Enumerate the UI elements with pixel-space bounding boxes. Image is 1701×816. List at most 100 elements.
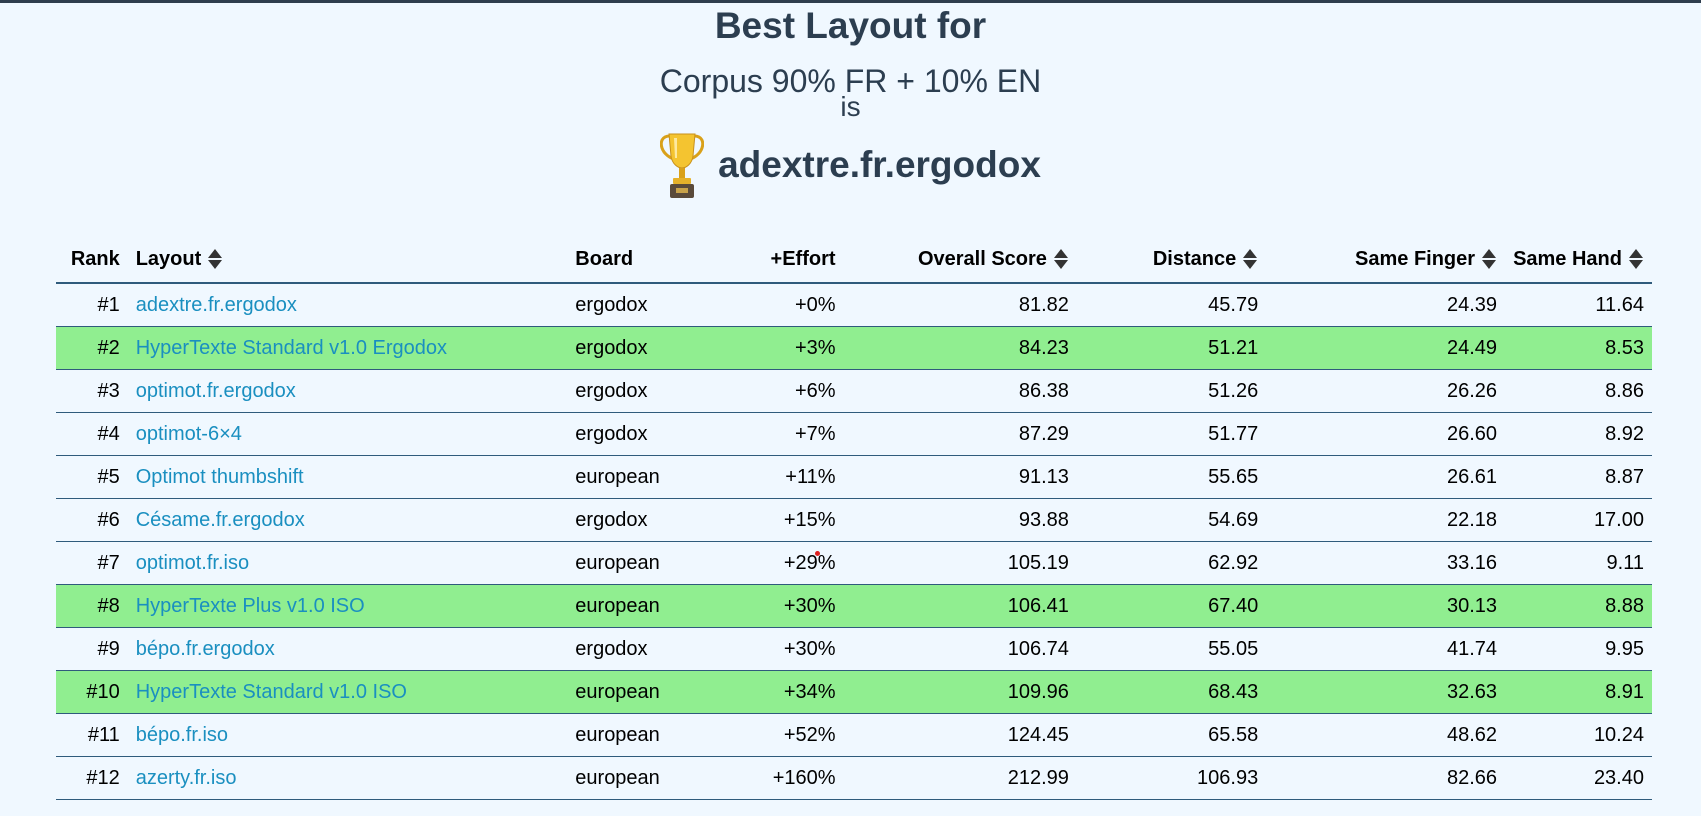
distance-cell: 45.79 bbox=[1076, 283, 1267, 327]
same-finger-cell: 82.66 bbox=[1266, 756, 1506, 800]
layout-link[interactable]: adextre.fr.ergodox bbox=[127, 283, 568, 327]
table-row: #3 optimot.fr.ergodox ergodox +6% 86.38 51.26… bbox=[56, 369, 1652, 413]
col-rank: Rank bbox=[56, 236, 128, 284]
effort-cell: +29% bbox=[713, 541, 844, 585]
col-same-finger[interactable]: Same Finger bbox=[1266, 236, 1506, 284]
board-cell: european bbox=[567, 756, 714, 800]
layout-link[interactable]: optimot-6×4 bbox=[127, 412, 568, 456]
board-cell: european bbox=[567, 455, 714, 499]
distance-cell: 65.58 bbox=[1076, 713, 1267, 757]
overall-score-cell: 84.23 bbox=[843, 326, 1077, 370]
rank-cell: #7 bbox=[56, 541, 128, 585]
layout-link[interactable]: bépo.fr.iso bbox=[127, 713, 568, 757]
col-same-hand[interactable]: Same Hand bbox=[1505, 236, 1652, 284]
layout-link[interactable]: azerty.fr.iso bbox=[127, 756, 568, 800]
col-overall-score[interactable]: Overall Score bbox=[843, 236, 1077, 284]
distance-cell: 55.65 bbox=[1076, 455, 1267, 499]
same-finger-cell: 26.26 bbox=[1266, 369, 1506, 413]
sort-icon[interactable] bbox=[207, 248, 223, 270]
layout-link[interactable]: HyperTexte Standard v1.0 ISO bbox=[127, 670, 568, 714]
same-finger-cell: 22.18 bbox=[1266, 498, 1506, 542]
layout-link[interactable]: Césame.fr.ergodox bbox=[127, 498, 568, 542]
overall-score-cell: 106.74 bbox=[843, 627, 1077, 671]
board-cell: ergodox bbox=[567, 283, 714, 327]
same-finger-cell: 26.61 bbox=[1266, 455, 1506, 499]
effort-cell: +30% bbox=[713, 627, 844, 671]
same-hand-cell: 17.00 bbox=[1505, 498, 1652, 542]
distance-cell: 68.43 bbox=[1076, 670, 1267, 714]
cursor-dot bbox=[815, 551, 820, 556]
board-cell: ergodox bbox=[567, 369, 714, 413]
rank-cell: #6 bbox=[56, 498, 128, 542]
board-cell: ergodox bbox=[567, 326, 714, 370]
rank-cell: #5 bbox=[56, 455, 128, 499]
layout-link[interactable]: optimot.fr.ergodox bbox=[127, 369, 568, 413]
winner-banner: adextre.fr.ergodox bbox=[0, 130, 1701, 200]
ranking-table: Rank Layout Board +Effort Overall Score … bbox=[56, 236, 1652, 800]
sort-icon[interactable] bbox=[1053, 248, 1069, 270]
top-border bbox=[0, 0, 1701, 3]
same-finger-cell: 32.63 bbox=[1266, 670, 1506, 714]
effort-cell: +15% bbox=[713, 498, 844, 542]
distance-cell: 54.69 bbox=[1076, 498, 1267, 542]
distance-cell: 51.26 bbox=[1076, 369, 1267, 413]
overall-score-cell: 87.29 bbox=[843, 412, 1077, 456]
table-header-row: Rank Layout Board +Effort Overall Score … bbox=[56, 236, 1652, 284]
trophy-icon bbox=[660, 133, 705, 198]
effort-cell: +30% bbox=[713, 584, 844, 628]
same-finger-cell: 41.74 bbox=[1266, 627, 1506, 671]
overall-score-cell: 106.41 bbox=[843, 584, 1077, 628]
col-distance[interactable]: Distance bbox=[1076, 236, 1267, 284]
same-finger-cell: 33.16 bbox=[1266, 541, 1506, 585]
same-finger-cell: 48.62 bbox=[1266, 713, 1506, 757]
overall-score-cell: 105.19 bbox=[843, 541, 1077, 585]
rank-cell: #10 bbox=[56, 670, 128, 714]
rank-cell: #12 bbox=[56, 756, 128, 800]
board-cell: european bbox=[567, 541, 714, 585]
sort-icon[interactable] bbox=[1628, 248, 1644, 270]
layout-link[interactable]: bépo.fr.ergodox bbox=[127, 627, 568, 671]
col-layout[interactable]: Layout bbox=[127, 236, 568, 284]
layout-link[interactable]: optimot.fr.iso bbox=[127, 541, 568, 585]
board-cell: european bbox=[567, 713, 714, 757]
effort-cell: +52% bbox=[713, 713, 844, 757]
effort-cell: +0% bbox=[713, 283, 844, 327]
rank-cell: #2 bbox=[56, 326, 128, 370]
same-hand-cell: 9.95 bbox=[1505, 627, 1652, 671]
effort-cell: +11% bbox=[713, 455, 844, 499]
rank-cell: #4 bbox=[56, 412, 128, 456]
overall-score-cell: 91.13 bbox=[843, 455, 1077, 499]
same-hand-cell: 10.24 bbox=[1505, 713, 1652, 757]
overall-score-cell: 109.96 bbox=[843, 670, 1077, 714]
overall-score-cell: 124.45 bbox=[843, 713, 1077, 757]
effort-cell: +6% bbox=[713, 369, 844, 413]
distance-cell: 62.92 bbox=[1076, 541, 1267, 585]
distance-cell: 51.21 bbox=[1076, 326, 1267, 370]
table-row: #7 optimot.fr.iso european +29% 105.19 62.92 3… bbox=[56, 541, 1652, 585]
sort-icon[interactable] bbox=[1242, 248, 1258, 270]
rank-cell: #8 bbox=[56, 584, 128, 628]
same-hand-cell: 9.11 bbox=[1505, 541, 1652, 585]
same-hand-cell: 8.91 bbox=[1505, 670, 1652, 714]
effort-cell: +160% bbox=[713, 756, 844, 800]
overall-score-cell: 93.88 bbox=[843, 498, 1077, 542]
layout-link[interactable]: Optimot thumbshift bbox=[127, 455, 568, 499]
table-row: #11 bépo.fr.iso european +52% 124.45 65.58 48.… bbox=[56, 713, 1652, 757]
table-row: #1 adextre.fr.ergodox ergodox +0% 81.82 45.79… bbox=[56, 283, 1652, 327]
distance-cell: 51.77 bbox=[1076, 412, 1267, 456]
layout-link[interactable]: HyperTexte Standard v1.0 Ergodox bbox=[127, 326, 568, 370]
table-row: #10 HyperTexte Standard v1.0 ISO european +… bbox=[56, 670, 1652, 714]
same-finger-cell: 30.13 bbox=[1266, 584, 1506, 628]
effort-cell: +7% bbox=[713, 412, 844, 456]
same-hand-cell: 8.53 bbox=[1505, 326, 1652, 370]
overall-score-cell: 86.38 bbox=[843, 369, 1077, 413]
same-hand-cell: 8.87 bbox=[1505, 455, 1652, 499]
sort-icon[interactable] bbox=[1481, 248, 1497, 270]
page-title: Best Layout for bbox=[714, 5, 987, 46]
table-row: #9 bépo.fr.ergodox ergodox +30% 106.74 55.05 4… bbox=[56, 627, 1652, 671]
same-finger-cell: 26.60 bbox=[1266, 412, 1506, 456]
rank-cell: #3 bbox=[56, 369, 128, 413]
same-finger-cell: 24.49 bbox=[1266, 326, 1506, 370]
is-label: is bbox=[840, 91, 861, 122]
layout-link[interactable]: HyperTexte Plus v1.0 ISO bbox=[127, 584, 568, 628]
